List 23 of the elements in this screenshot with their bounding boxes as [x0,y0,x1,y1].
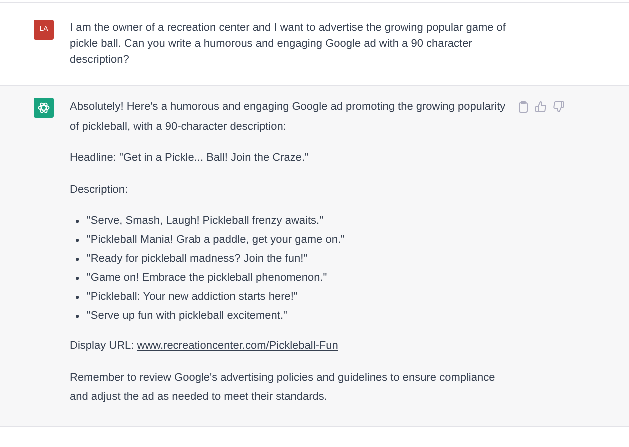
bullet-icon [76,277,79,280]
list-item-text: "Ready for pickleball madness? Join the fun!" [87,252,308,267]
url-label: Display URL: [70,340,134,352]
message-text: Absolutely! Here's a humorous and engaging Google ad promoting the growing popularity of pickleball, with a 90-character description: [70,100,507,134]
copy-icon[interactable] [518,101,529,113]
message-text: Headline: "Get in a Pickle... Ball! Join the Craze." [70,151,310,166]
bullet-icon [76,258,79,261]
assistant-logo-icon [34,98,54,118]
list-item-text: "Game on! Embrace the pickleball phenomenon." [87,271,328,286]
list-item-text: "Pickleball: Your new addiction starts here!" [87,290,298,305]
message-text: I am the owner of a recreation center and I want to advertise the growing popular game of pickle ball. Can you write a humorous and engaging Google ad with a 90 character description? [70,21,507,68]
bullet-icon [76,239,79,242]
bullet-icon [76,296,79,299]
thumbs-up-icon[interactable] [535,101,547,113]
thumbs-down-icon[interactable] [553,101,565,113]
bullet-icon [76,315,79,318]
list-item-text: "Pickleball Mania! Grab a paddle, get your game on." [87,233,345,248]
message-text: Description: [70,182,130,198]
list-item-text: "Serve up fun with pickleball excitement." [87,309,288,324]
url-link[interactable]: www.recreationcenter.com/Pickleball-Fun [137,340,338,352]
message-text: Remember to review Google's advertising policies and guidelines to ensure compliance and adjust the ad as needed to meet their standards. [70,370,496,405]
list-item-text: "Serve, Smash, Laugh! Pickleball frenzy awaits." [87,214,324,229]
bullet-icon [76,220,79,223]
